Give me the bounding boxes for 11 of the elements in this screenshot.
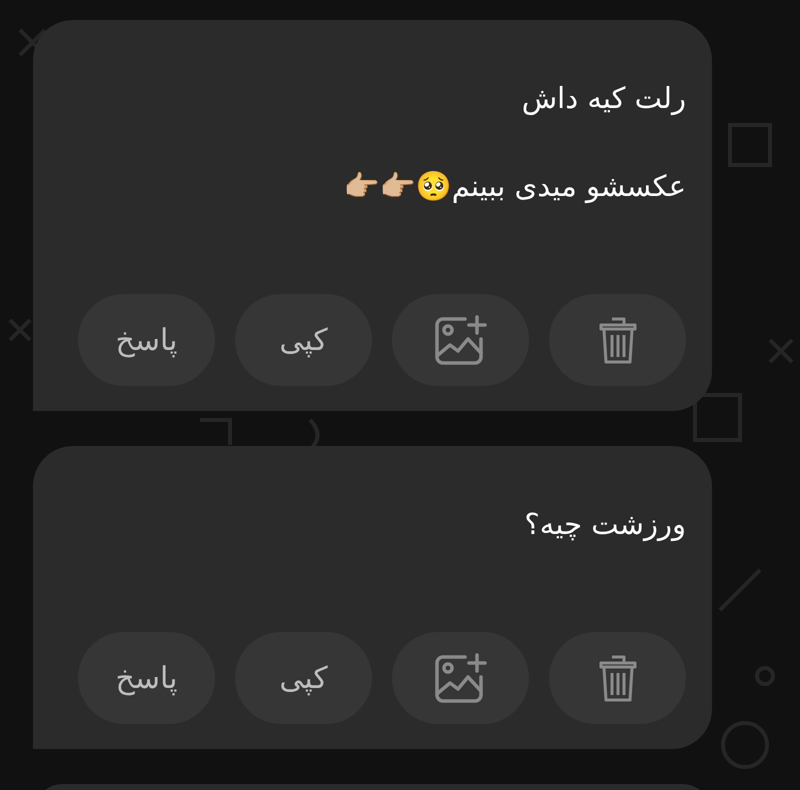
action-button[interactable]: پاسخ xyxy=(78,632,215,724)
action-button[interactable]: پاسخ xyxy=(78,294,215,386)
action-button[interactable]: کپی xyxy=(235,632,372,724)
add-image-icon xyxy=(432,313,488,367)
message-text: عکسشو میدی ببینم🥺👉🏼👉🏼 xyxy=(342,168,686,206)
message-text: رلت کیه داش xyxy=(520,80,686,118)
trash-icon xyxy=(598,315,638,365)
message-text: ورزشت چیه؟ xyxy=(523,506,686,544)
add-image-icon xyxy=(432,651,488,705)
action-button[interactable]: کپی xyxy=(235,294,372,386)
trash-icon xyxy=(598,653,638,703)
